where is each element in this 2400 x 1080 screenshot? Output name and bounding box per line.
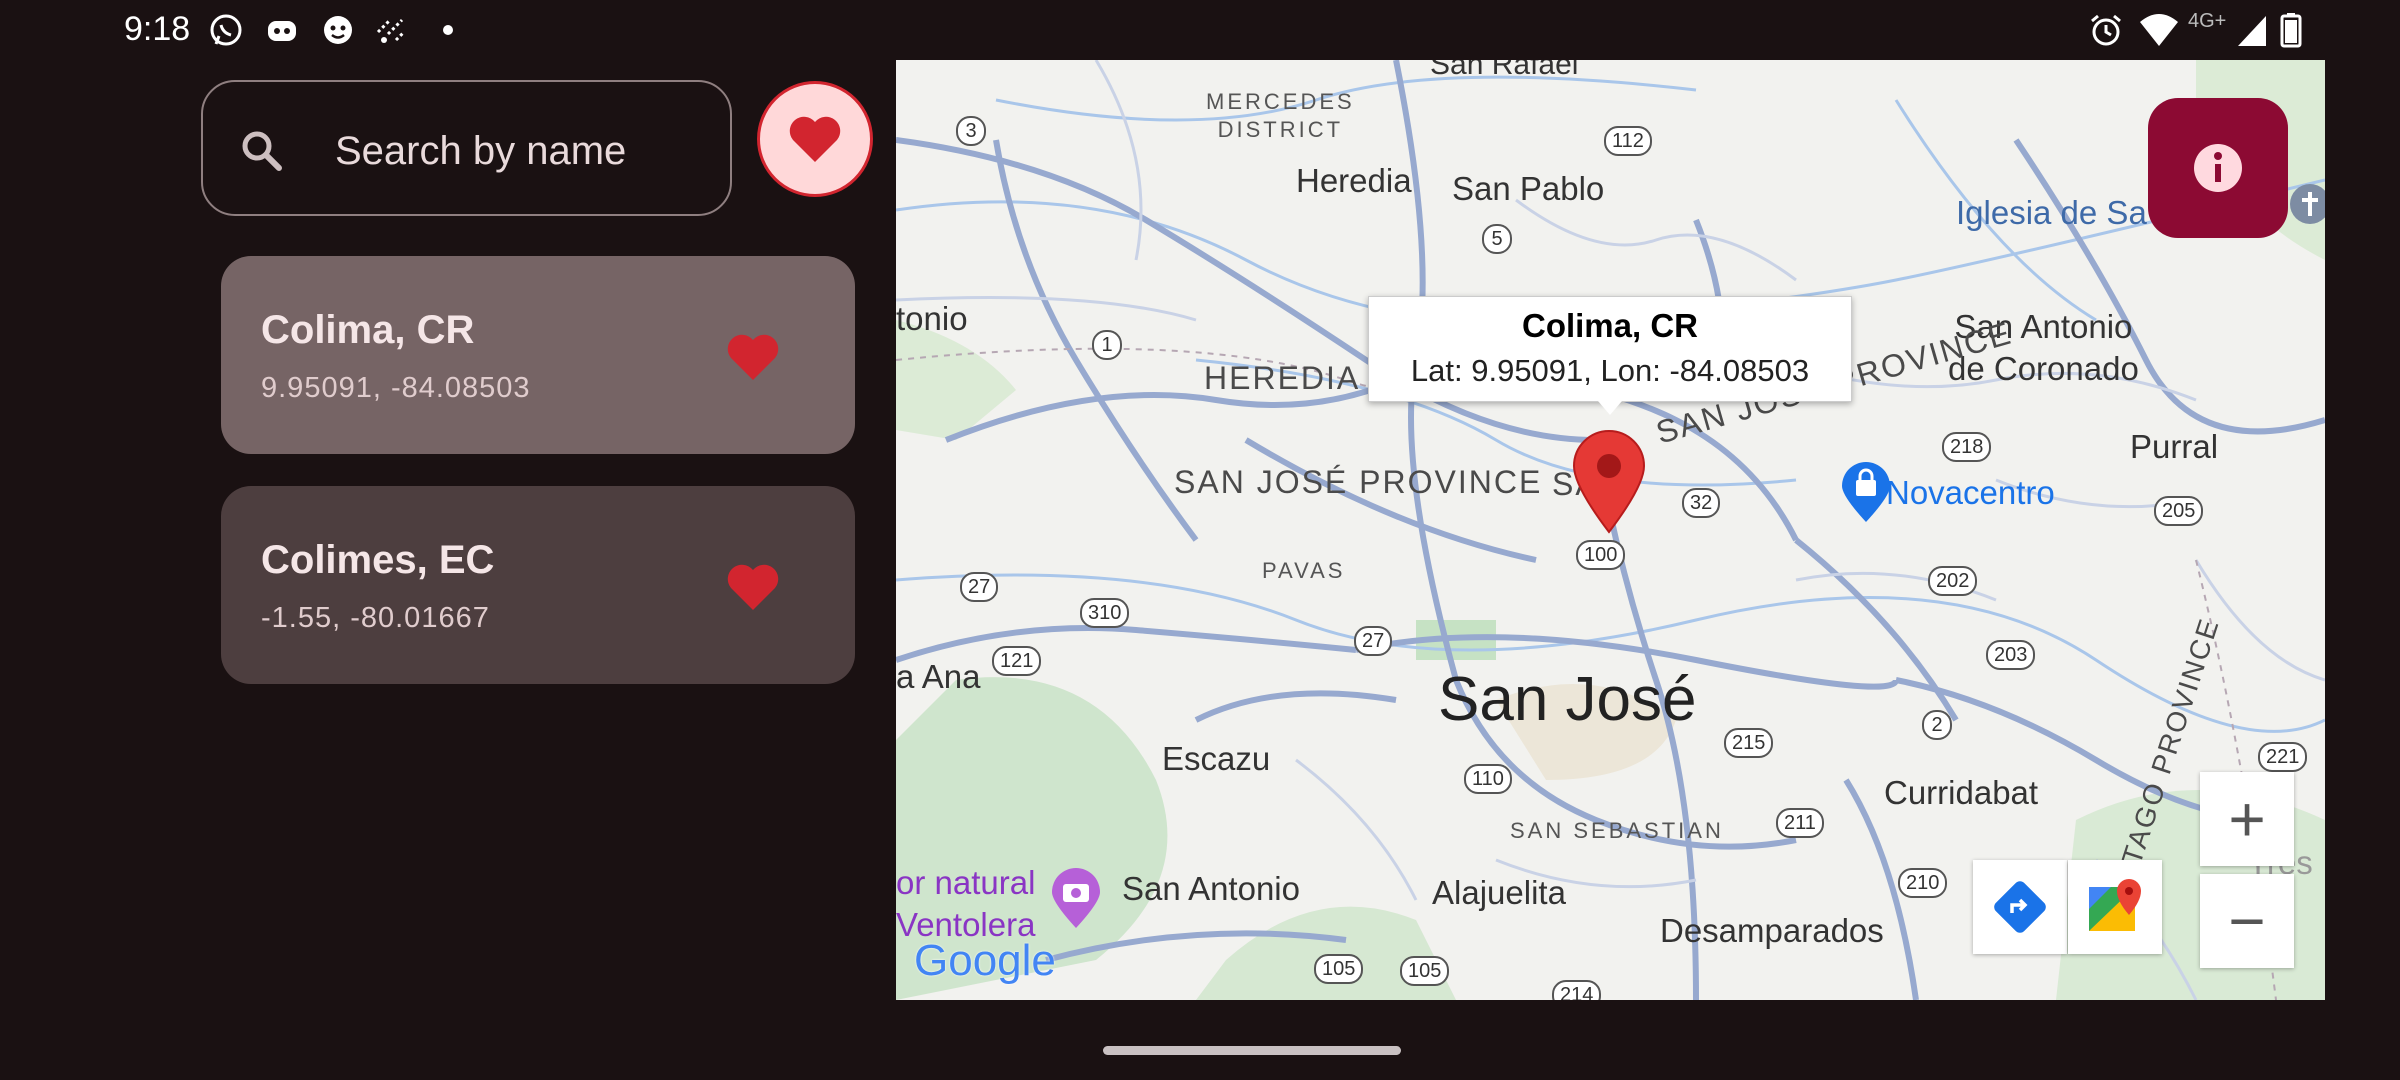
map-label: San Pablo: [1452, 170, 1605, 207]
open-in-google-maps-button[interactable]: [2068, 860, 2162, 954]
road-shield: 310: [1080, 598, 1130, 628]
camera-icon: [1052, 868, 1100, 928]
map-label: Curridabat: [1884, 774, 2039, 811]
road-shield: 203: [1986, 640, 2036, 670]
map-label: tonio: [896, 300, 968, 337]
map-label: a Ana: [896, 658, 981, 695]
zoom-in-button[interactable]: +: [2200, 772, 2294, 866]
road-shield: 214: [1552, 980, 1602, 1000]
road-shield: 218: [1942, 432, 1992, 462]
map-label: or natural: [896, 864, 1036, 901]
search-input[interactable]: [333, 112, 707, 190]
result-name: Colima, CR: [261, 308, 475, 352]
road-shield: 110: [1464, 764, 1512, 794]
shopping-icon: [1842, 462, 1890, 522]
directions-button[interactable]: [1973, 860, 2067, 954]
road-shield: 202: [1928, 566, 1978, 596]
status-bar: 9:18 4G+: [0, 0, 2400, 60]
road-shield: 205: [2154, 496, 2204, 526]
marker-info-window[interactable]: Colima, CR Lat: 9.95091, Lon: -84.08503: [1368, 296, 1852, 402]
map-label: Novacentro: [1886, 474, 2055, 511]
favorite-heart-icon[interactable]: [725, 332, 781, 382]
map-label: Escazu: [1162, 740, 1271, 777]
zoom-out-button[interactable]: −: [2200, 874, 2294, 968]
discord-icon: [268, 21, 296, 41]
info-window-tail: [1598, 401, 1622, 415]
info-window-coords: Lat: 9.95091, Lon: -84.08503: [1410, 353, 1810, 388]
favorite-heart-icon[interactable]: [725, 562, 781, 612]
road-shield: 221: [2258, 742, 2308, 772]
map-label: Desamparados: [1660, 912, 1884, 949]
road-shield: 5: [1482, 224, 1512, 254]
church-icon: [2290, 184, 2325, 224]
wifi-icon: [2140, 14, 2178, 46]
gesture-nav-handle[interactable]: [1103, 1046, 1401, 1055]
whatsapp-icon: [210, 14, 242, 46]
battery-icon: [2280, 13, 2302, 48]
map-label: San Rafael: [1430, 60, 1579, 81]
road-shield: 27: [1354, 626, 1393, 656]
search-box[interactable]: [201, 80, 732, 216]
map-label: Purral: [2130, 428, 2219, 465]
alarm-icon: [2091, 14, 2121, 46]
result-coords: -1.55, -80.01667: [261, 602, 490, 634]
map-label: PAVAS: [1262, 558, 1346, 583]
clock: 9:18: [124, 10, 191, 48]
road-shield: 1: [1092, 330, 1122, 360]
map-label: MERCEDES DISTRICT: [1206, 89, 1355, 142]
map-label: San Antonio: [1122, 870, 1300, 907]
road-shield: 105: [1400, 956, 1450, 986]
road-shield: 112: [1604, 126, 1652, 156]
map-label: Heredia: [1296, 162, 1412, 199]
road-shield: 32: [1682, 488, 1721, 518]
result-name: Colimes, EC: [261, 538, 495, 582]
dot-icon: [443, 25, 453, 35]
network-type: 4G+: [2188, 10, 2227, 32]
plus-icon: +: [2228, 783, 2266, 855]
road-shield: 27: [960, 572, 999, 602]
road-shield: 3: [956, 116, 986, 146]
map-label: Iglesia de Sa: [1956, 194, 2147, 231]
info-icon: [2194, 144, 2242, 192]
road-shield: 105: [1314, 954, 1364, 984]
info-window-title: Colima, CR: [1521, 307, 1699, 344]
info-button[interactable]: [2148, 98, 2288, 238]
signal-icon: [2238, 16, 2266, 46]
heart-icon: [789, 116, 841, 162]
road-shield: 121: [992, 646, 1042, 676]
google-maps-icon: [2089, 879, 2141, 931]
google-logo: Google: [914, 936, 1056, 985]
directions-icon: [1994, 881, 2046, 933]
map-label: SAN JOSÉ PROVINCE: [1174, 464, 1543, 500]
road-shield: 2: [1922, 710, 1952, 740]
road-shield: 211: [1776, 808, 1824, 838]
search-icon: [242, 131, 282, 171]
map-marker-icon[interactable]: [1572, 430, 1646, 534]
minus-icon: −: [2228, 885, 2266, 957]
map-view[interactable]: San Rafael MERCEDES DISTRICT Heredia San…: [896, 60, 2325, 1000]
road-shield: 100: [1576, 540, 1626, 570]
accessibility-icon: [376, 18, 406, 43]
result-card[interactable]: Colimes, EC -1.55, -80.01667: [221, 486, 855, 684]
map-label: San José: [1438, 665, 1697, 734]
map-label: SAN SEBASTIAN: [1510, 818, 1724, 843]
map-label: HEREDIA P: [1204, 360, 1393, 396]
road-shield: 215: [1724, 728, 1774, 758]
result-coords: 9.95091, -84.08503: [261, 372, 531, 404]
game-icon: [324, 16, 352, 44]
favorites-toggle-button[interactable]: [757, 81, 873, 197]
map-label: Alajuelita: [1432, 874, 1566, 911]
result-card[interactable]: Colima, CR 9.95091, -84.08503: [221, 256, 855, 454]
road-shield: 210: [1898, 868, 1948, 898]
